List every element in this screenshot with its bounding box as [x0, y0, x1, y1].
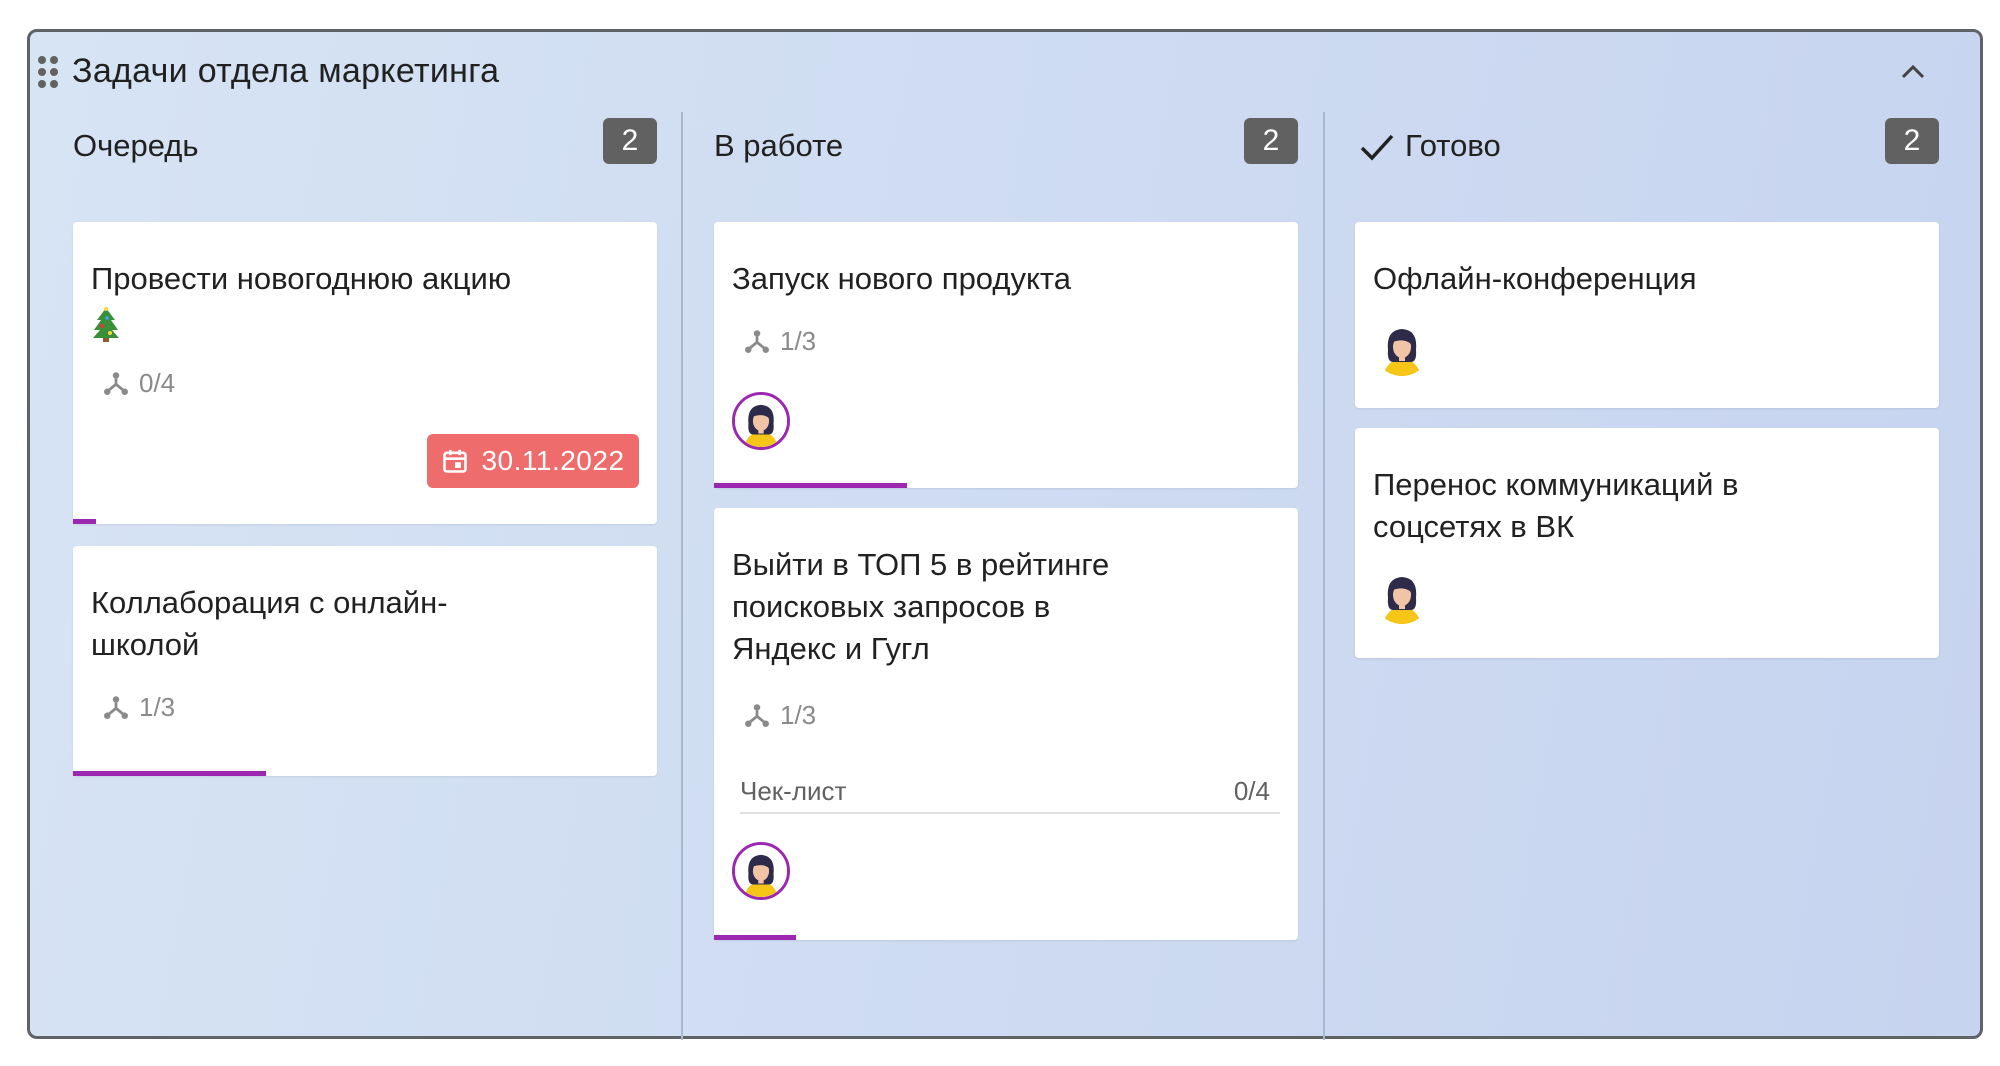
subtask-counter: 0/4 [101, 366, 175, 400]
progress-bar [73, 771, 266, 776]
column-header: Очередь 2 [73, 116, 657, 188]
subtask-counter: 1/3 [742, 324, 816, 358]
subtask-count: 1/3 [780, 699, 817, 730]
column-title: Готово [1405, 128, 1501, 163]
subtask-icon [101, 692, 131, 722]
board-title: Задачи отдела маркетинга [72, 52, 500, 90]
christmas-tree-icon [91, 306, 121, 342]
check-icon [1360, 134, 1394, 161]
task-card[interactable]: Запуск нового продукта 1/3 [714, 222, 1298, 488]
subtask-count: 1/3 [780, 325, 817, 356]
subtask-counter: 1/3 [742, 698, 816, 732]
column-header: Готово 2 [1355, 116, 1939, 188]
assignee-avatar[interactable] [1373, 318, 1431, 376]
assignee-avatar[interactable] [732, 842, 790, 900]
column-done: Готово 2 Офлайн-конференция Перенос комм… [1355, 116, 1939, 658]
column-divider [681, 112, 683, 1040]
column-in-progress: В работе 2 Запуск нового продукта 1/3 Вы… [714, 116, 1298, 940]
subtask-counter: 1/3 [101, 690, 175, 724]
task-card[interactable]: Выйти в ТОП 5 в рейтинге поисковых запро… [714, 508, 1298, 940]
subtask-icon [101, 368, 131, 398]
card-title: Выйти в ТОП 5 в рейтинге поисковых запро… [732, 547, 1110, 666]
assignee-avatar[interactable] [1373, 566, 1431, 624]
card-title: Провести новогоднюю акцию [91, 261, 512, 296]
task-card[interactable]: Перенос коммуникаций в соцсетях в ВК [1355, 428, 1939, 658]
card-title: Запуск нового продукта [732, 261, 1071, 296]
column-title: В работе [714, 128, 844, 163]
progress-bar [714, 935, 796, 940]
calendar-icon [443, 449, 468, 473]
progress-bar [73, 519, 97, 524]
checklist[interactable]: Чек-лист 0/4 [740, 774, 1280, 814]
column-divider [1323, 112, 1325, 1040]
count-badge: 2 [1244, 118, 1298, 164]
subtask-icon [742, 326, 772, 356]
subtask-count: 0/4 [139, 367, 176, 398]
checklist-label: Чек-лист [740, 776, 847, 806]
task-card[interactable]: Коллаборация с онлайн-школой 1/3 [73, 546, 657, 776]
column-queue: Очередь 2 Провести новогоднюю акцию 0/4 [73, 116, 657, 776]
board-header: Задачи отдела маркетинга [30, 32, 1980, 112]
chevron-up-icon[interactable] [1898, 60, 1928, 84]
drag-handle-icon[interactable] [38, 56, 60, 88]
card-title: Перенос коммуникаций в соцсетях в ВК [1373, 467, 1739, 544]
count-badge: 2 [1885, 118, 1939, 164]
task-card[interactable]: Провести новогоднюю акцию 0/4 30.11.2022 [73, 222, 657, 524]
count-badge: 2 [603, 118, 657, 164]
task-card[interactable]: Офлайн-конференция [1355, 222, 1939, 408]
checklist-count: 0/4 [1233, 776, 1270, 806]
column-title: Очередь [73, 128, 199, 163]
card-title: Офлайн-конференция [1373, 261, 1697, 296]
progress-bar [714, 483, 907, 488]
card-title: Коллаборация с онлайн-школой [91, 585, 448, 662]
assignee-avatar[interactable] [732, 392, 790, 450]
kanban-board: Задачи отдела маркетинга Очередь 2 Прове… [27, 29, 1983, 1040]
column-header: В работе 2 [714, 116, 1298, 188]
subtask-count: 1/3 [139, 691, 176, 722]
due-date-badge[interactable]: 30.11.2022 [427, 434, 639, 488]
due-date: 30.11.2022 [481, 445, 625, 476]
subtask-icon [742, 700, 772, 730]
